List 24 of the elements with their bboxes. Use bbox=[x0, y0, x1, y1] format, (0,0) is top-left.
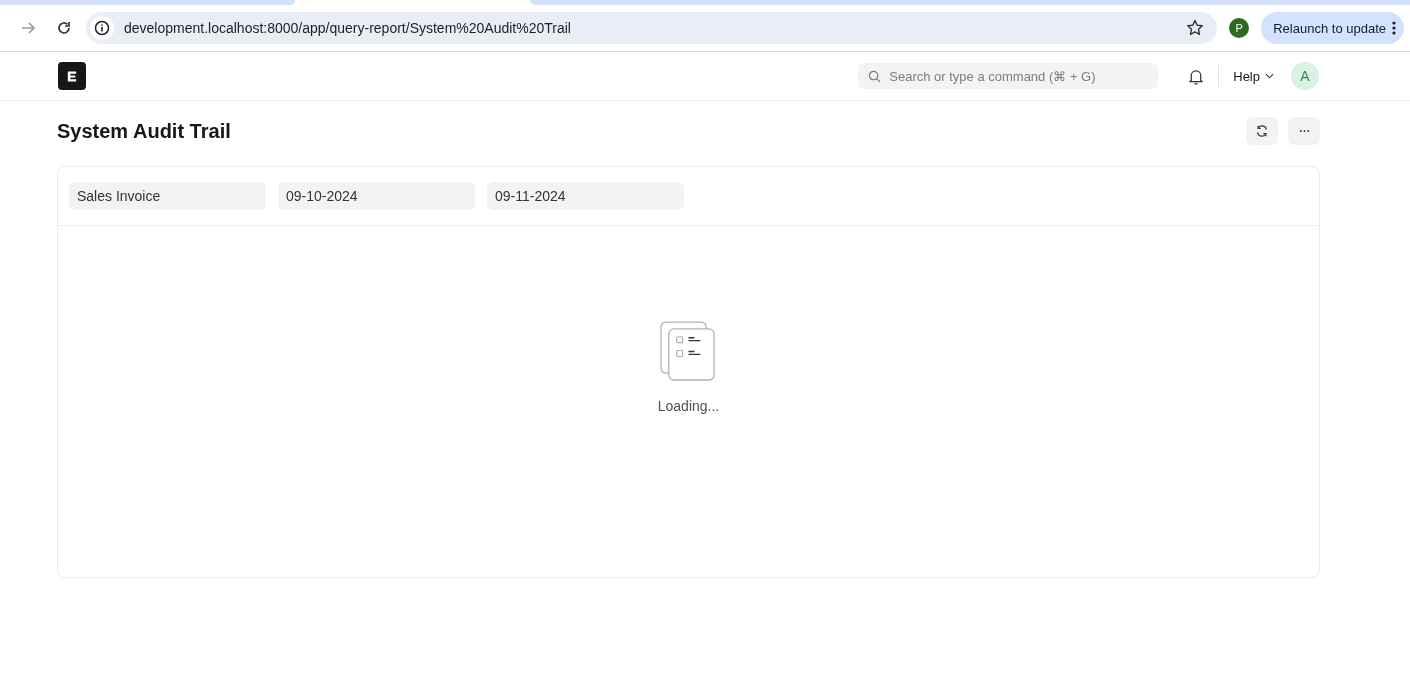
ellipsis-icon bbox=[1298, 129, 1310, 133]
refresh-button[interactable] bbox=[1246, 117, 1278, 145]
relaunch-button[interactable]: Relaunch to update bbox=[1261, 12, 1404, 44]
help-menu[interactable]: Help bbox=[1233, 68, 1274, 84]
user-avatar[interactable]: A bbox=[1291, 62, 1319, 90]
list-document-icon bbox=[660, 321, 717, 382]
app-logo[interactable] bbox=[58, 62, 86, 90]
star-icon[interactable] bbox=[1185, 18, 1206, 38]
more-vertical-icon bbox=[1392, 20, 1396, 36]
filter-field[interactable]: 09-10-2024 bbox=[278, 182, 475, 210]
address-bar[interactable]: development.localhost:8000/app/query-report/System%20Audit%20Trail bbox=[86, 12, 1218, 44]
info-icon[interactable] bbox=[90, 16, 114, 40]
filter-field[interactable]: 09-11-2024 bbox=[487, 182, 684, 210]
profile-avatar[interactable]: P bbox=[1229, 18, 1250, 38]
page-title: System Audit Trail bbox=[57, 119, 232, 143]
search-field[interactable]: Search or type a command (⌘ + G) bbox=[858, 63, 1159, 89]
logo-icon bbox=[67, 69, 77, 83]
chevron-down-icon bbox=[1265, 73, 1274, 79]
url-text: development.localhost:8000/app/query-report/System%20Audit%20Trail bbox=[124, 20, 572, 36]
bell-icon[interactable] bbox=[1188, 67, 1205, 85]
refresh-icon bbox=[1255, 124, 1269, 138]
filter-field[interactable]: Sales Invoice bbox=[69, 182, 266, 210]
search-icon bbox=[868, 69, 882, 83]
loading-message: Loading... bbox=[657, 398, 720, 414]
